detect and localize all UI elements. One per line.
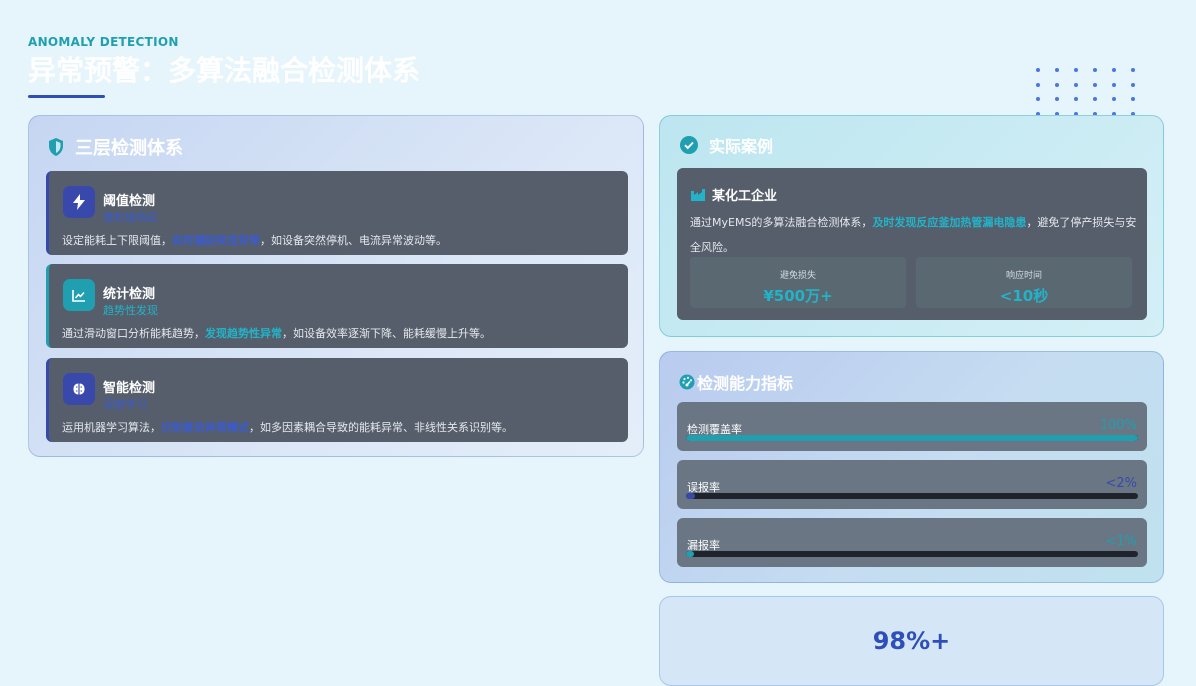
case-description: 通过MyEMS的多算法融合检测体系，及时发现反应釜加热管漏电隐患，避免了停产损失… — [690, 216, 1137, 254]
case-company: 某化工企业 — [691, 185, 777, 204]
stat-response-time: 响应时间 <10秒 — [916, 257, 1132, 308]
bolt-icon — [63, 186, 95, 218]
detection-system-title: 三层检测体系 — [75, 138, 183, 159]
metric-progress-track — [686, 551, 1138, 557]
metric-progress-track — [686, 493, 1138, 499]
metric-progress-fill — [686, 435, 1138, 441]
check-circle-icon — [680, 136, 698, 154]
case-company-name: 某化工企业 — [712, 189, 778, 204]
metric-false-positive-rate: 误报率 <2% — [677, 460, 1147, 509]
card-subtitle: 深度学习 — [103, 398, 147, 411]
capability-metrics-panel: 检测能力指标 检测覆盖率 100% 误报率 <2% 漏报率 <1% — [659, 351, 1164, 583]
metric-value: <2% — [1105, 476, 1137, 491]
card-description: 通过滑动窗口分析能耗趋势，发现趋势性异常，如设备效率逐渐下降、能耗缓慢上升等。 — [62, 327, 491, 340]
metric-coverage: 检测覆盖率 100% — [677, 402, 1147, 451]
gauge-icon — [679, 374, 695, 390]
metric-progress-fill — [686, 493, 696, 499]
section-eyebrow: ANOMALY DETECTION — [28, 35, 179, 49]
stat-value: ¥500万+ — [763, 287, 833, 305]
case-highlight: 及时发现反应釜加热管漏电隐患 — [872, 216, 1027, 229]
stat-avoided-loss: 避免损失 ¥500万+ — [690, 257, 906, 308]
stat-label: 响应时间 — [1005, 271, 1042, 281]
statistical-detection-card: 统计检测 趋势性发现 通过滑动窗口分析能耗趋势，发现趋势性异常，如设备效率逐渐下… — [46, 264, 628, 348]
capability-metrics-header: 检测能力指标 — [679, 370, 793, 394]
detection-system-header: 三层检测体系 — [47, 134, 183, 160]
metric-miss-rate: 漏报率 <1% — [677, 518, 1147, 567]
metric-value: <1% — [1105, 534, 1137, 549]
case-study-header: 实际案例 — [679, 133, 773, 157]
case-card: 某化工企业 通过MyEMS的多算法融合检测体系，及时发现反应釜加热管漏电隐患，避… — [677, 168, 1147, 320]
case-study-panel: 实际案例 某化工企业 通过MyEMS的多算法融合检测体系，及时发现反应釜加热管漏… — [659, 115, 1164, 337]
detection-system-panel: 三层检测体系 阈值检测 毫秒级响应 设定能耗上下限阈值，实时捕捉突发异常，如设备… — [28, 115, 644, 457]
intelligent-detection-card: 智能检测 深度学习 运用机器学习算法，识别复杂异常模式，如多因素耦合导致的能耗异… — [46, 358, 628, 442]
capability-metrics-title: 检测能力指标 — [697, 374, 794, 393]
metric-progress-track — [686, 435, 1138, 441]
card-title: 统计检测 — [103, 287, 156, 302]
page-title: 异常预警：多算法融合检测体系 — [28, 54, 421, 87]
accuracy-value: 98%+ — [872, 627, 951, 655]
shield-icon — [49, 138, 63, 156]
card-highlight: 发现趋势性异常 — [205, 327, 282, 340]
stat-value: <10秒 — [999, 287, 1049, 305]
threshold-detection-card: 阈值检测 毫秒级响应 设定能耗上下限阈值，实时捕捉突发异常，如设备突然停机、电流… — [46, 171, 628, 255]
case-study-title: 实际案例 — [709, 137, 774, 156]
title-underline — [28, 95, 105, 98]
card-subtitle: 趋势性发现 — [103, 304, 158, 317]
card-title: 智能检测 — [103, 381, 156, 396]
metric-value: 100% — [1099, 418, 1137, 433]
metric-progress-fill — [686, 551, 695, 557]
stat-label: 避免损失 — [779, 271, 816, 281]
brain-icon — [63, 373, 95, 405]
accuracy-panel: 98%+ — [659, 596, 1164, 686]
factory-icon — [691, 188, 705, 201]
card-subtitle: 毫秒级响应 — [103, 211, 158, 224]
card-highlight: 识别复杂异常模式 — [161, 421, 249, 434]
line-chart-icon — [63, 279, 95, 311]
card-highlight: 实时捕捉突发异常 — [172, 234, 260, 247]
card-description: 运用机器学习算法，识别复杂异常模式，如多因素耦合导致的能耗异常、非线性关系识别等… — [62, 421, 513, 434]
card-title: 阈值检测 — [103, 194, 156, 209]
card-description: 设定能耗上下限阈值，实时捕捉突发异常，如设备突然停机、电流异常波动等。 — [62, 234, 447, 247]
